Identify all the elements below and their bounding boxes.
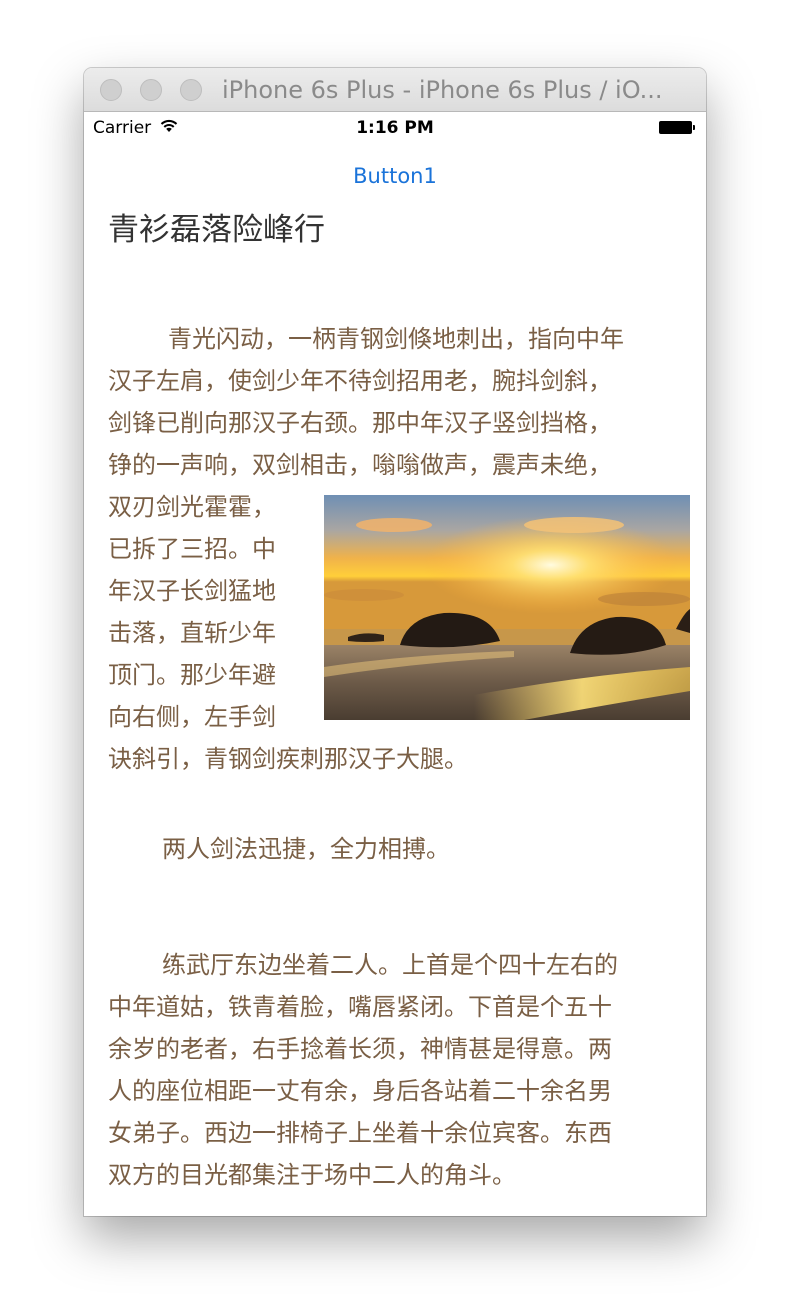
paragraph-line: 诀斜引，青钢剑疾刺那汉子大腿。 (108, 745, 468, 773)
status-bar: Carrier 1:16 PM (84, 112, 706, 146)
paragraph-line: 青光闪动，一柄青钢剑倏地刺出，指向中年 (168, 325, 624, 353)
paragraph-line: 剑锋已削向那汉子右颈。那中年汉子竖剑挡格， (108, 409, 612, 437)
article-paragraph-2[interactable]: 两人剑法迅捷，全力相搏。 (108, 828, 686, 870)
zoom-window-button[interactable] (180, 79, 202, 101)
window-title: iPhone 6s Plus - iPhone 6s Plus / iO... (222, 76, 663, 104)
sunset-beach-image (324, 495, 690, 720)
battery-icon (659, 121, 692, 134)
device-screen: Carrier 1:16 PM Button1 青衫磊落险峰行 青光闪动，一柄青… (84, 112, 706, 1216)
simulator-window: iPhone 6s Plus - iPhone 6s Plus / iO... … (84, 68, 706, 1216)
article-paragraph-3[interactable]: 练武厅东边坐着二人。上首是个四十左右的 中年道姑，铁青着脸，嘴唇紧闭。下首是个五… (108, 944, 686, 1196)
paragraph-line: 女弟子。西边一排椅子上坐着十余位宾客。东西 (108, 1119, 612, 1147)
status-time: 1:16 PM (356, 118, 434, 138)
paragraph-line: 余岁的老者，右手捻着长须，神情甚是得意。两 (108, 1035, 612, 1063)
minimize-window-button[interactable] (140, 79, 162, 101)
paragraph-line: 两人剑法迅捷，全力相搏。 (162, 835, 450, 863)
paragraph-line: 人的座位相距一丈有余，身后各站着二十余名男 (108, 1077, 612, 1105)
paragraph-line: 练武厅东边坐着二人。上首是个四十左右的 (162, 951, 618, 979)
paragraph-line: 双方的目光都集注于场中二人的角斗。 (108, 1161, 516, 1189)
close-window-button[interactable] (100, 79, 122, 101)
paragraph-line: 汉子左肩，使剑少年不待剑招用老，腕抖剑斜， (108, 367, 612, 395)
window-titlebar[interactable]: iPhone 6s Plus - iPhone 6s Plus / iO... (84, 68, 706, 112)
paragraph-line: 铮的一声响，双剑相击，嗡嗡做声，震声未绝， (108, 451, 612, 479)
button1[interactable]: Button1 (84, 163, 706, 189)
paragraph-line: 中年道姑，铁青着脸，嘴唇紧闭。下首是个五十 (108, 993, 612, 1021)
article-title: 青衫磊落险峰行 (108, 212, 325, 248)
battery-tip (693, 125, 695, 130)
